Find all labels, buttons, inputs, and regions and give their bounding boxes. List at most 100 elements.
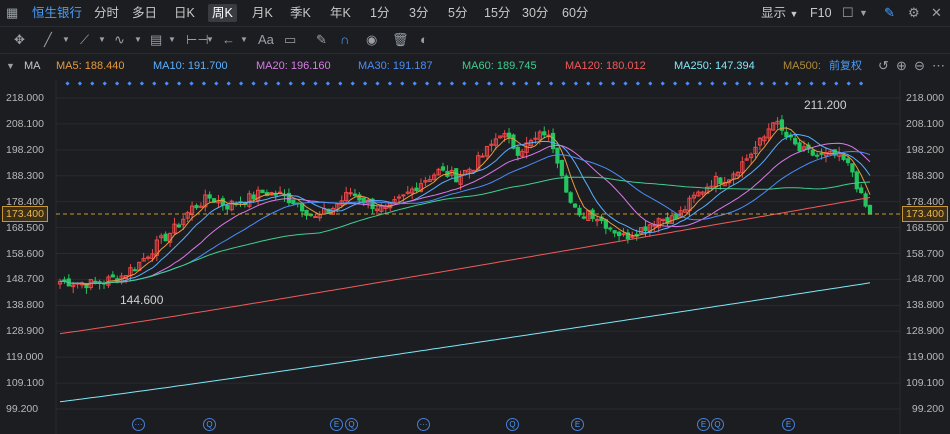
candle [625, 229, 630, 244]
ma250-line [59, 282, 871, 403]
candle [410, 186, 415, 200]
candle [722, 176, 727, 187]
candle [427, 175, 432, 183]
y-tick-left: 99.200 [6, 403, 39, 415]
low-annotation: 144.600 [120, 293, 164, 307]
candle [687, 195, 692, 217]
event-dot [784, 81, 789, 86]
candle [546, 129, 551, 141]
candle [304, 209, 309, 220]
candle [498, 135, 503, 139]
event-dot-row [65, 81, 864, 86]
event-dot [313, 81, 318, 86]
candle [753, 140, 758, 158]
y-tick-left: 198.200 [6, 143, 44, 156]
candle [176, 222, 181, 228]
candle [57, 278, 63, 289]
event-marker[interactable]: Q [711, 418, 724, 431]
candle [524, 136, 529, 159]
candle [88, 279, 93, 291]
candle [744, 154, 749, 161]
candle [247, 190, 252, 209]
candle [775, 117, 780, 129]
event-marker[interactable]: Q [506, 418, 519, 431]
event-dot [238, 81, 244, 86]
y-tick-right: 109.100 [906, 377, 944, 390]
event-dot [127, 81, 132, 86]
event-dot [474, 81, 479, 86]
candle [727, 179, 732, 187]
candle [612, 229, 617, 238]
candle [863, 191, 868, 208]
candle [854, 170, 859, 193]
event-dot [288, 81, 293, 86]
event-dot [276, 81, 281, 86]
event-dot [375, 81, 380, 86]
event-dot [697, 81, 703, 86]
candle [141, 252, 146, 262]
candle [762, 134, 767, 145]
candle [643, 220, 648, 238]
candle [62, 276, 67, 284]
candlestick-chart[interactable] [0, 0, 950, 434]
candle [683, 205, 688, 214]
event-marker[interactable]: E [330, 418, 343, 431]
event-dot [338, 81, 343, 86]
event-dot [325, 81, 331, 86]
event-dot [449, 81, 455, 86]
event-marker[interactable]: Q [203, 418, 216, 431]
event-dot [139, 81, 145, 86]
candle [771, 121, 776, 131]
candle [815, 152, 820, 159]
candle [559, 159, 564, 179]
y-tick-right: 208.100 [906, 117, 944, 130]
event-marker[interactable]: ··· [132, 418, 145, 431]
event-dot [387, 81, 393, 86]
event-dot [846, 81, 851, 86]
candle [79, 281, 85, 289]
candle [308, 213, 314, 218]
y-tick-left: 138.800 [6, 299, 44, 312]
y-tick-left: 208.100 [6, 117, 44, 130]
y-tick-left: 119.000 [6, 351, 44, 364]
event-marker[interactable]: Q [345, 418, 358, 431]
candle [440, 162, 446, 172]
candle [220, 195, 225, 211]
y-tick-right: 188.300 [906, 169, 944, 182]
candle [731, 171, 736, 186]
event-dot [858, 81, 864, 86]
candle [229, 199, 234, 212]
event-dot [189, 81, 194, 86]
event-dot [586, 81, 591, 86]
event-dot [747, 81, 752, 86]
event-dot [648, 81, 653, 86]
event-dot [263, 81, 269, 86]
event-dot [548, 81, 554, 86]
candle [172, 217, 177, 235]
candle [652, 220, 657, 232]
candle [198, 202, 203, 209]
candle [867, 204, 873, 215]
y-tick-right: 119.000 [906, 351, 944, 364]
event-marker[interactable]: E [782, 418, 795, 431]
candle [797, 139, 802, 152]
candle [273, 190, 278, 200]
event-dot [486, 81, 492, 86]
candle [348, 187, 353, 197]
candle [572, 203, 578, 209]
candle [669, 211, 675, 225]
candle [101, 280, 107, 289]
event-dot [598, 81, 603, 86]
event-marker[interactable]: E [571, 418, 584, 431]
candle [66, 274, 71, 287]
event-dot [412, 81, 417, 86]
event-dot [201, 81, 207, 86]
event-marker[interactable]: ··· [417, 418, 430, 431]
candle [392, 195, 397, 204]
event-dot [102, 81, 107, 86]
candle [445, 165, 450, 178]
candle [454, 168, 459, 183]
candle [638, 227, 644, 235]
event-marker[interactable]: E [697, 418, 710, 431]
y-tick-right: 148.700 [906, 273, 944, 286]
